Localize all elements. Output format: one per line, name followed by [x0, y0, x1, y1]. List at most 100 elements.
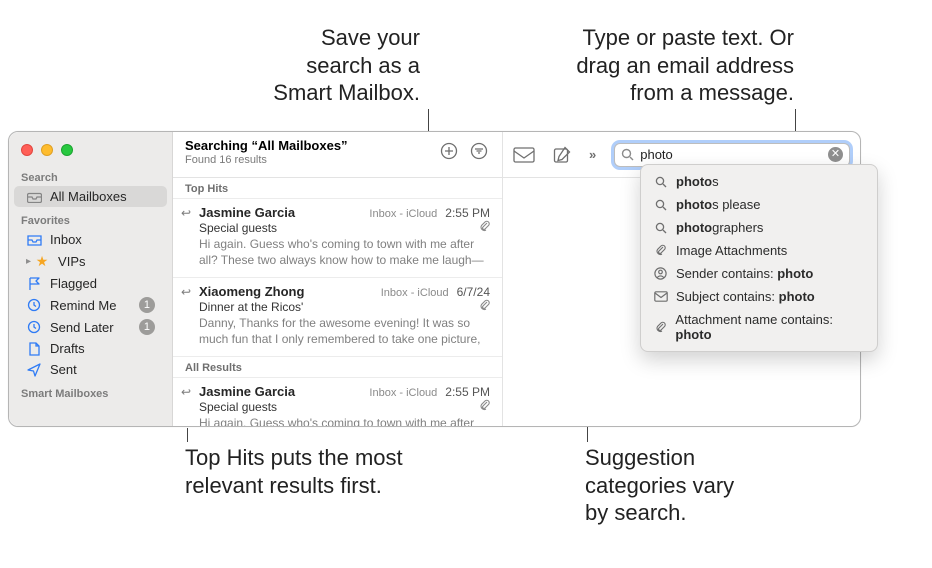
replied-icon: ↩ [181, 206, 191, 220]
sidebar-heading-smart: Smart Mailboxes [9, 380, 172, 402]
callout-line [795, 109, 796, 131]
message-row[interactable]: ↩ Xiaomeng Zhong Inbox - iCloud 6/7/24 D… [173, 278, 502, 357]
badge: 1 [139, 319, 155, 335]
message-date: 2:55 PM [445, 206, 490, 220]
clock-icon [26, 298, 42, 312]
suggestion-text: Attachment name contains: photo [675, 312, 865, 342]
attachment-icon [479, 220, 490, 232]
suggestion-item[interactable]: Subject contains: photo [641, 285, 877, 308]
sidebar-label: Flagged [50, 276, 97, 291]
sidebar-item-all-mailboxes[interactable]: All Mailboxes [14, 186, 167, 207]
filter-button[interactable] [466, 140, 492, 162]
sidebar-label: Sent [50, 362, 77, 377]
star-icon: ★ [34, 253, 50, 270]
callout-smart-mailbox: Save your search as a Smart Mailbox. [210, 24, 420, 107]
replied-icon: ↩ [181, 285, 191, 299]
sidebar-heading-favorites: Favorites [9, 207, 172, 229]
search-icon [653, 222, 668, 234]
person-icon [653, 267, 668, 280]
more-toolbar-button[interactable]: » [589, 147, 596, 162]
clock-icon [26, 320, 42, 334]
message-subject: Special guests [199, 221, 473, 235]
mail-icon [653, 291, 668, 302]
sidebar-item-send-later[interactable]: Send Later 1 [14, 316, 167, 338]
search-input[interactable] [638, 146, 828, 163]
message-mailbox: Inbox - iCloud [381, 287, 449, 299]
replied-icon: ↩ [181, 385, 191, 399]
message-mailbox: Inbox - iCloud [369, 208, 437, 220]
attachment-icon [653, 321, 667, 334]
callout-suggestions: Suggestion categories vary by search. [585, 444, 805, 527]
window-controls [9, 138, 172, 164]
callout-top-hits: Top Hits puts the most relevant results … [185, 444, 465, 499]
message-date: 6/7/24 [457, 285, 490, 299]
minimize-button[interactable] [41, 144, 53, 156]
search-icon [621, 148, 634, 161]
section-top-hits: Top Hits [173, 178, 502, 199]
sidebar-label: Drafts [50, 341, 85, 356]
message-sender: Jasmine Garcia [199, 205, 369, 220]
sidebar-heading-search: Search [9, 164, 172, 186]
sidebar-item-flagged[interactable]: Flagged [14, 273, 167, 294]
list-subtitle: Found 16 results [185, 154, 432, 166]
paper-plane-icon [26, 363, 42, 377]
sidebar-label: All Mailboxes [50, 189, 127, 204]
suggestion-text: photographers [676, 220, 763, 235]
flag-icon [26, 277, 42, 291]
section-all-results: All Results [173, 357, 502, 378]
sidebar-item-remind-me[interactable]: Remind Me 1 [14, 294, 167, 316]
search-icon [653, 176, 668, 188]
save-smart-mailbox-button[interactable] [436, 140, 462, 162]
suggestion-text: Subject contains: photo [676, 289, 815, 304]
suggestion-text: Sender contains: photo [676, 266, 813, 281]
sidebar-label: Inbox [50, 232, 82, 247]
badge: 1 [139, 297, 155, 313]
close-button[interactable] [21, 144, 33, 156]
search-field[interactable]: ✕ [614, 143, 850, 167]
inbox-icon [26, 234, 42, 246]
sidebar-label: Remind Me [50, 298, 116, 313]
message-date: 2:55 PM [445, 385, 490, 399]
message-mailbox: Inbox - iCloud [369, 387, 437, 399]
suggestion-item[interactable]: photos [641, 170, 877, 193]
suggestion-item[interactable]: photos please [641, 193, 877, 216]
attachment-icon [479, 299, 490, 311]
suggestion-text: photos please [676, 197, 761, 212]
message-subject: Dinner at the Ricos' [199, 300, 473, 314]
sidebar-label: Send Later [50, 320, 114, 335]
sidebar-item-vips[interactable]: ▸ ★ VIPs [14, 250, 167, 273]
search-suggestions: photos photos please photographers Image… [640, 164, 878, 352]
clear-search-button[interactable]: ✕ [828, 147, 843, 162]
document-icon [26, 342, 42, 356]
suggestion-text: photos [676, 174, 719, 189]
suggestion-item[interactable]: Sender contains: photo [641, 262, 877, 285]
message-list-pane: Searching “All Mailboxes” Found 16 resul… [173, 132, 503, 426]
message-preview: Danny, Thanks for the awesome evening! I… [199, 316, 490, 348]
compose-button[interactable] [553, 146, 571, 164]
message-row[interactable]: ↩ Jasmine Garcia Inbox - iCloud 2:55 PM … [173, 378, 502, 426]
suggestion-item[interactable]: Image Attachments [641, 239, 877, 262]
message-subject: Special guests [199, 400, 473, 414]
suggestion-item[interactable]: Attachment name contains: photo [641, 308, 877, 346]
callout-line [187, 428, 188, 442]
sidebar: Search All Mailboxes Favorites Inbox ▸ ★… [9, 132, 173, 426]
message-preview: Hi again. Guess who's coming to town wit… [199, 416, 490, 426]
suggestion-text: Image Attachments [676, 243, 787, 258]
sidebar-item-sent[interactable]: Sent [14, 359, 167, 380]
mailboxes-icon [26, 191, 42, 203]
search-icon [653, 199, 668, 211]
list-title: Searching “All Mailboxes” [185, 138, 432, 153]
message-row[interactable]: ↩ Jasmine Garcia Inbox - iCloud 2:55 PM … [173, 199, 502, 278]
sidebar-item-drafts[interactable]: Drafts [14, 338, 167, 359]
message-sender: Jasmine Garcia [199, 384, 369, 399]
archive-button[interactable] [513, 147, 535, 163]
list-header: Searching “All Mailboxes” Found 16 resul… [173, 132, 502, 178]
sidebar-label: VIPs [58, 254, 85, 269]
callout-type-drag: Type or paste text. Or drag an email add… [454, 24, 794, 107]
attachment-icon [653, 244, 668, 257]
message-preview: Hi again. Guess who's coming to town wit… [199, 237, 490, 269]
zoom-button[interactable] [61, 144, 73, 156]
suggestion-item[interactable]: photographers [641, 216, 877, 239]
disclosure-icon[interactable]: ▸ [26, 256, 31, 267]
sidebar-item-inbox[interactable]: Inbox [14, 229, 167, 250]
